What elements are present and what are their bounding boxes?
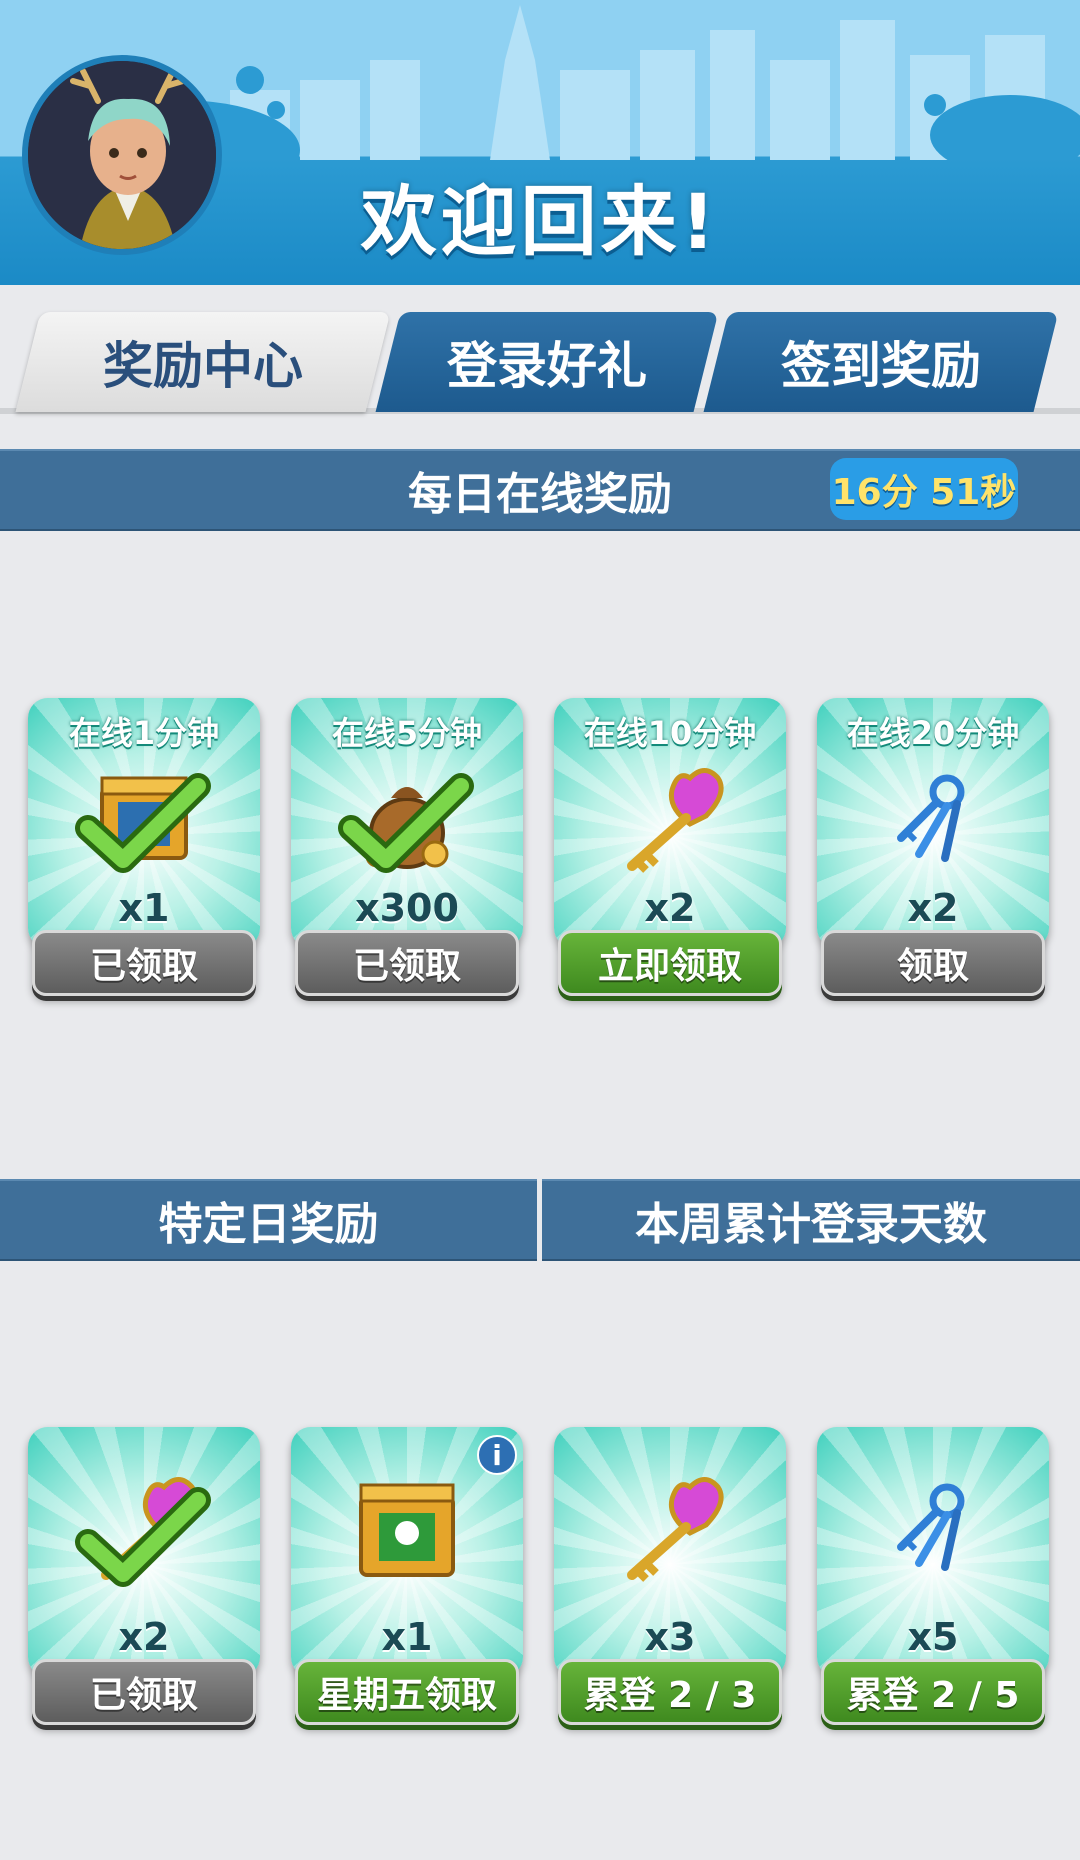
special-reward-card-3: x3 累登 2 / 3 (554, 1427, 786, 1732)
tab-login-gift[interactable]: 登录好礼 (375, 312, 719, 412)
card-title: 在线20分钟 (846, 714, 1020, 752)
checkmark-icon (75, 773, 211, 873)
weekly-login-days-header: 本周累计登录天数 (542, 1179, 1080, 1261)
reward-quantity: x2 (907, 886, 959, 930)
checkmark-icon (338, 773, 474, 873)
tab-label: 奖励中心 (103, 337, 303, 395)
daily-reward-card-4: 在线20分钟 x2 领取 (817, 698, 1049, 1003)
reward-quantity: x300 (355, 886, 459, 930)
countdown-timer-badge: 16分 51秒 (830, 458, 1018, 520)
special-day-reward-header: 特定日奖励 (0, 1179, 537, 1261)
claim-button[interactable]: 领取 (821, 930, 1045, 996)
tab-checkin-reward[interactable]: 签到奖励 (703, 312, 1059, 412)
tab-bar: 奖励中心 登录好礼 签到奖励 (0, 308, 1080, 418)
heart-key-icon (627, 1477, 724, 1582)
reward-quantity: x1 (381, 1615, 433, 1659)
daily-reward-card-3: 在线10分钟 x2 立即领取 (554, 698, 786, 1003)
keys-icon (897, 774, 965, 862)
checkmark-icon (75, 1487, 211, 1587)
claimed-button[interactable]: 已领取 (32, 1659, 256, 1725)
daily-reward-card-2: 在线5分钟 x300 已领取 (291, 698, 523, 1003)
mystery-box-icon (359, 1483, 455, 1577)
welcome-title: 欢迎回来! (360, 177, 720, 266)
special-reward-card-1: x2 已领取 (28, 1427, 260, 1732)
claimed-button[interactable]: 已领取 (32, 930, 256, 996)
section-title: 本周累计登录天数 (635, 1199, 987, 1250)
special-reward-card-2: x1 i 星期五领取 (291, 1427, 523, 1732)
card-title: 在线10分钟 (583, 714, 757, 752)
reward-quantity: x2 (118, 1615, 170, 1659)
tab-reward-center[interactable]: 奖励中心 (15, 312, 391, 412)
section-title: 特定日奖励 (158, 1199, 379, 1250)
login-progress-button[interactable]: 累登 2 / 3 (558, 1659, 782, 1725)
reward-quantity: x2 (644, 886, 696, 930)
daily-reward-card-1: 在线1分钟 x1 已领取 (28, 698, 260, 1003)
section-title: 每日在线奖励 (408, 469, 672, 520)
header-banner: 欢迎回来! (0, 0, 1080, 285)
claim-now-button[interactable]: 立即领取 (558, 930, 782, 996)
special-reward-card-4: x5 累登 2 / 5 (817, 1427, 1049, 1732)
info-icon[interactable]: i (477, 1435, 517, 1475)
claimed-button[interactable]: 已领取 (295, 930, 519, 996)
reward-quantity: x1 (118, 886, 170, 930)
heart-key-icon (627, 768, 724, 873)
card-title: 在线5分钟 (331, 714, 483, 752)
friday-claim-button[interactable]: 星期五领取 (295, 1659, 519, 1725)
card-title: 在线1分钟 (68, 714, 220, 752)
reward-quantity: x5 (907, 1615, 959, 1659)
login-progress-button[interactable]: 累登 2 / 5 (821, 1659, 1045, 1725)
tab-label: 签到奖励 (781, 337, 981, 395)
keys-icon (897, 1483, 965, 1571)
reward-quantity: x3 (644, 1615, 696, 1659)
tab-label: 登录好礼 (447, 337, 647, 395)
